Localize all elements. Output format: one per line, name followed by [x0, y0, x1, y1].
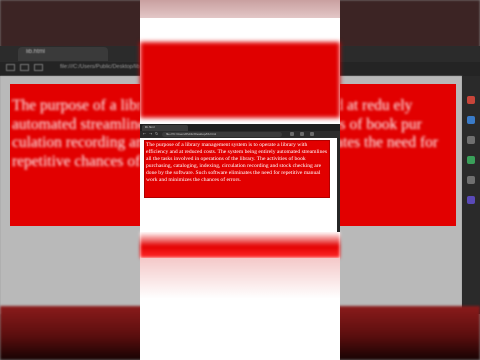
- reload-icon[interactable]: ↻: [155, 132, 159, 136]
- forward-arrow-icon: [20, 64, 29, 71]
- panel-icon-3: [467, 136, 475, 144]
- background-side-panel: [462, 76, 480, 314]
- profile-icon[interactable]: [300, 132, 304, 136]
- browser-tab-label: lib.html: [145, 125, 155, 129]
- panel-icon-5: [467, 176, 475, 184]
- panel-icon-4: [467, 156, 475, 164]
- browser-side-panel: [337, 138, 340, 232]
- panel-icon-1: [467, 96, 475, 104]
- reload-icon: [34, 64, 43, 71]
- back-icon[interactable]: ←: [143, 132, 147, 136]
- strip-bottom-pale: [140, 258, 340, 360]
- background-tab-label: lib.html: [26, 49, 46, 55]
- extension-icon[interactable]: [290, 132, 294, 136]
- panel-icon-2: [467, 116, 475, 124]
- menu-icon[interactable]: [310, 132, 314, 136]
- background-address-text: file:///C:/Users/Public/Desktop/lib.html: [60, 64, 152, 70]
- strip-top-fade: [140, 0, 340, 18]
- back-arrow-icon: [6, 64, 15, 71]
- address-bar-url: file:///C:/Users/Public/Desktop/lib.html: [166, 132, 217, 136]
- strip-red-band: [140, 42, 340, 118]
- forward-icon[interactable]: →: [149, 132, 153, 136]
- panel-icon-6: [467, 196, 475, 204]
- strip-bottom-red: [140, 232, 340, 258]
- library-purpose-paragraph: The purpose of a library management syst…: [146, 142, 328, 184]
